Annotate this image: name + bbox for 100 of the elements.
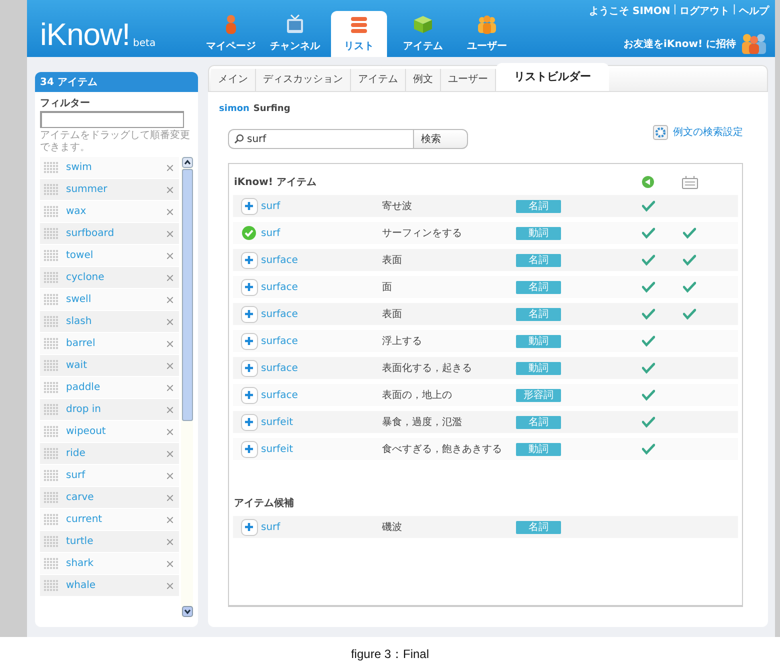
add-button[interactable]	[240, 360, 258, 376]
list-item[interactable]: current	[40, 509, 179, 530]
drag-handle-icon	[44, 250, 58, 261]
people-icon	[739, 32, 769, 54]
add-button[interactable]	[240, 332, 258, 350]
list-item[interactable]: towel	[40, 245, 179, 266]
settings-link[interactable]: 例文の検索設定	[673, 125, 743, 139]
plus-icon	[245, 445, 253, 453]
part-of-speech-tag: 名詞	[516, 280, 561, 294]
nav-tab[interactable]: リスト	[331, 11, 387, 57]
list-item[interactable]: carve	[40, 487, 179, 508]
plus-icon	[245, 202, 253, 210]
tab[interactable]: メイン	[211, 69, 256, 91]
list-item[interactable]: cyclone	[40, 267, 179, 288]
drag-handle-icon	[44, 228, 58, 239]
word-link[interactable]: surfeit	[261, 416, 382, 428]
list-item[interactable]: barrel	[40, 333, 179, 354]
add-button[interactable]	[240, 306, 258, 322]
meaning-text: サーフィンをする	[382, 227, 463, 240]
welcome-text: ようこそ SIMON	[589, 5, 670, 18]
tab[interactable]: リストビルダー	[496, 63, 609, 91]
tab[interactable]: アイテム	[351, 69, 406, 91]
search-field[interactable]: surf	[228, 129, 413, 149]
link-separator: |	[673, 4, 677, 17]
list-item[interactable]: ride	[40, 443, 179, 464]
add-button[interactable]	[240, 278, 258, 296]
header-link[interactable]: ログアウト	[680, 4, 730, 18]
remove-icon	[167, 494, 173, 500]
remove-icon	[167, 252, 173, 258]
word-link[interactable]: surf	[261, 228, 382, 238]
list-item[interactable]: slash	[40, 311, 179, 332]
add-button[interactable]	[240, 252, 258, 268]
list-item[interactable]: wax	[40, 201, 179, 222]
list-item[interactable]: drop in	[40, 399, 179, 420]
add-button[interactable]	[240, 198, 258, 214]
word-link[interactable]: surf	[261, 522, 382, 532]
list-item[interactable]: summer	[40, 179, 179, 200]
nav-tab[interactable]: ユーザー	[459, 11, 515, 57]
drag-handle-icon	[44, 470, 58, 481]
meaning-text: 浮上する	[382, 334, 423, 348]
list-title: Surfing	[253, 104, 290, 114]
drag-handle-icon	[44, 382, 58, 393]
remove-icon	[167, 186, 173, 192]
list-item[interactable]: surf	[40, 465, 179, 486]
scroll-down-icon	[182, 606, 192, 617]
list-item[interactable]: swim	[40, 157, 179, 178]
nav-tab[interactable]: チャンネル	[267, 11, 323, 57]
list-item[interactable]: whale	[40, 575, 179, 596]
list-item[interactable]: swell	[40, 289, 179, 310]
drag-handle-icon	[44, 162, 58, 173]
remove-icon	[167, 274, 173, 280]
tab[interactable]: ユーザー	[441, 69, 496, 91]
tab[interactable]: 例文	[406, 69, 441, 91]
add-button[interactable]	[240, 518, 258, 536]
add-button[interactable]	[240, 440, 258, 458]
gear-icon	[653, 124, 668, 140]
drag-handle-icon	[44, 426, 58, 437]
plus-icon	[245, 256, 253, 264]
scrollbar[interactable]	[181, 157, 193, 617]
list-item[interactable]: turtle	[40, 531, 179, 552]
word-link[interactable]: surf	[261, 200, 382, 212]
user-link[interactable]: simon	[219, 104, 250, 114]
header-link[interactable]: ヘルプ	[739, 4, 769, 18]
nav-tab[interactable]: アイテム	[395, 11, 451, 57]
search-button[interactable]: 検索	[413, 129, 468, 149]
drag-handle-icon	[44, 580, 58, 591]
list-item[interactable]: wipeout	[40, 421, 179, 442]
filter-field[interactable]	[40, 111, 184, 128]
drag-handle-icon	[44, 536, 58, 547]
word-link[interactable]: surface	[261, 390, 382, 400]
word-link[interactable]: surface	[261, 308, 382, 320]
drag-handle-icon	[44, 316, 58, 327]
remove-icon	[167, 340, 173, 346]
list-item[interactable]: surfboard	[40, 223, 179, 244]
part-of-speech-tag: 名詞	[516, 416, 561, 428]
remove-icon	[167, 296, 173, 302]
invite-link[interactable]: お友達をiKnow! に招待	[624, 37, 736, 51]
word-link[interactable]: surface	[261, 282, 382, 292]
drag-handle-icon	[44, 514, 58, 525]
word-link[interactable]: surfeit	[261, 444, 382, 454]
remove-icon	[167, 516, 173, 522]
scroll-thumb[interactable]	[182, 169, 192, 421]
word-link[interactable]: surface	[261, 336, 382, 346]
nav-tab[interactable]: マイページ	[203, 11, 259, 57]
list-item[interactable]: paddle	[40, 377, 179, 398]
add-button[interactable]	[240, 386, 258, 404]
word-link[interactable]: surface	[261, 254, 382, 266]
drag-handle-icon	[44, 492, 58, 503]
filter-label: フィルター	[39, 97, 91, 111]
word-link[interactable]: surface	[261, 362, 382, 374]
remove-icon	[167, 472, 173, 478]
tab[interactable]: ディスカッション	[256, 69, 351, 91]
hint-text: アイテムをドラッグして順番変更できます。	[39, 128, 191, 155]
part-of-speech-tag: 名詞	[516, 254, 561, 266]
scroll-up-icon	[182, 157, 192, 168]
add-button[interactable]	[240, 414, 258, 430]
search-icon	[234, 134, 244, 144]
list-item[interactable]: wait	[40, 355, 179, 376]
list-item[interactable]: shark	[40, 553, 179, 574]
logo[interactable]: iKnow!	[40, 19, 130, 51]
